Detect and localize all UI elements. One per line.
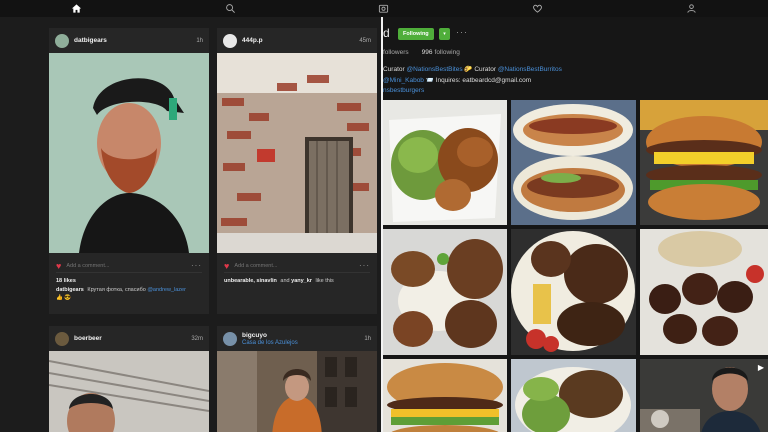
more-options-icon[interactable]: ··· [359,261,370,270]
comment-input[interactable] [234,262,345,269]
profile-bio: Curator @NationsBestBites 🌮 Curator @Nat… [383,65,562,97]
liked-by-users[interactable]: unbearable, sinavlin [224,278,277,284]
post-footer: ♥ ··· 18 likes datbigears Крутая фотка, … [49,253,209,307]
post-header: bigcuyo Casa de los Azulejos 1h [217,326,377,351]
following-stat[interactable]: 996 following [422,49,460,56]
like-heart-icon[interactable]: ♥ [56,261,61,271]
feed-post: 444p.p 45m ♥ Add a comment... ··· unbear… [217,28,377,314]
profile-column: d Following ▾ ··· followers 996 following… [383,17,768,432]
caption-username[interactable]: datbigears [56,287,84,293]
bio-link[interactable]: @NationsBestBurritos [498,66,562,73]
following-button[interactable]: Following [398,28,434,40]
post-photo[interactable] [217,351,377,432]
grid-photo[interactable] [640,100,768,225]
bio-text: 🌮 Curator [464,66,496,73]
avatar[interactable] [223,33,237,48]
post-username[interactable]: boerbeer [74,335,102,342]
grid-photo[interactable] [383,359,507,432]
top-nav-bar [0,0,768,17]
nav-activity[interactable] [461,0,615,17]
post-caption: datbigears Крутая фотка, спасибо @andrew… [56,287,202,293]
grid-photo[interactable] [383,100,507,225]
bio-text: 📨 Inquires: eatbeardcd@gmail.com [425,76,532,84]
feed-column: datbigears 1h ♥ ··· 18 likes datbigea [0,17,381,432]
home-icon [72,4,82,13]
post-time: 1h [364,335,371,342]
feed-post: boerbeer 32m [49,326,209,432]
liked-by-suffix: like this [315,278,334,284]
like-heart-icon[interactable]: ♥ [224,261,229,271]
grid-photo[interactable] [511,229,636,355]
comment-input[interactable] [66,262,177,269]
post-time: 32m [191,335,203,342]
nav-camera[interactable] [307,0,461,17]
post-header: 444p.p 45m [217,28,377,53]
grid-photo[interactable] [640,229,768,355]
nav-profile[interactable] [614,0,768,17]
bio-text: Curator [383,66,405,73]
liked-by-user[interactable]: yany_kr [291,278,312,284]
followers-stat[interactable]: followers [383,49,409,56]
profile-more-icon[interactable]: ··· [456,27,468,37]
profile-photo-grid: ▶ [383,100,768,432]
bio-link[interactable]: @Mini_Kabob [383,77,424,84]
search-icon [226,4,235,13]
post-photo[interactable] [217,53,377,253]
avatar[interactable] [223,331,237,346]
post-username[interactable]: 444p.p [242,37,263,44]
bio-link[interactable]: nsbestburgers [383,87,424,94]
profile-stats: followers 996 following [383,49,460,56]
feed-post: datbigears 1h ♥ ··· 18 likes datbigea [49,28,209,314]
post-photo[interactable] [49,53,209,253]
grid-photo[interactable] [511,359,636,432]
post-username[interactable]: datbigears [74,37,107,44]
nav-home[interactable] [0,0,154,17]
post-time: 45m [359,37,371,44]
grid-photo[interactable] [383,229,507,355]
avatar[interactable] [55,331,69,346]
grid-photo[interactable] [511,100,636,225]
camera-icon [379,4,389,13]
heart-icon [533,4,543,13]
avatar[interactable] [55,33,69,48]
post-location[interactable]: Casa de los Azulejos [242,340,298,346]
nav-search[interactable] [154,0,308,17]
feed-post: bigcuyo Casa de los Azulejos 1h [217,326,377,432]
post-footer: ♥ ··· unbearable, sinavlin and yany_kr l… [217,253,377,290]
follow-options-caret[interactable]: ▾ [439,28,450,40]
post-header: boerbeer 32m [49,326,209,351]
post-header: datbigears 1h [49,28,209,53]
liked-by-and: and [280,278,290,284]
post-username[interactable]: bigcuyo [242,332,298,339]
grid-photo[interactable]: ▶ [640,359,768,432]
more-options-icon[interactable]: ··· [191,261,202,270]
video-camera-icon: ▶ [757,363,764,372]
caption-mention[interactable]: @andrew_lazer [147,287,186,293]
profile-icon [687,4,696,13]
liked-by-line: unbearable, sinavlin and yany_kr like th… [224,278,370,284]
caption-emoji: 👍 😎 [56,295,72,301]
profile-name: d [383,26,390,40]
caption-text: Крутая фотка, спасибо [87,287,146,293]
post-photo[interactable] [49,351,209,432]
likes-count[interactable]: 18 likes [56,278,202,284]
bio-link[interactable]: @NationsBestBites [407,66,463,73]
post-time: 1h [196,37,203,44]
